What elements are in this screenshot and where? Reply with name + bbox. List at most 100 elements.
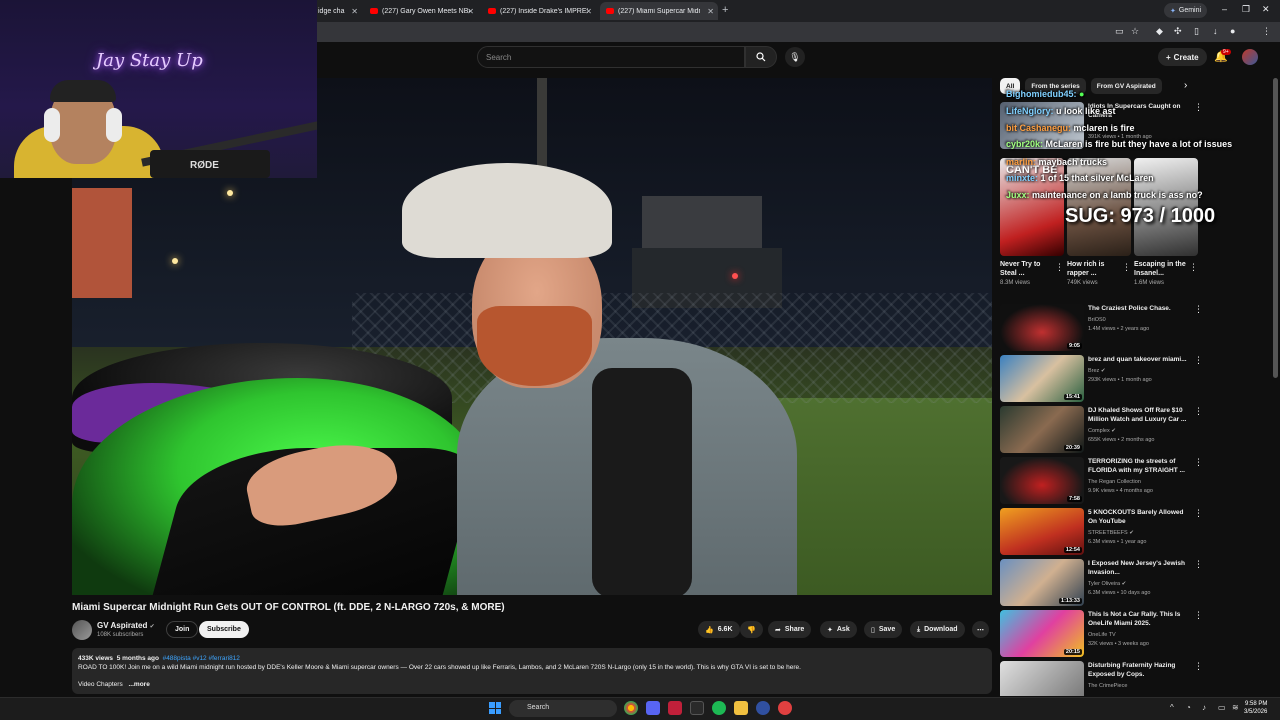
list-item[interactable]: Disturbing Fraternity Hazing Exposed by …: [1000, 661, 1205, 696]
more-vert-icon[interactable]: ⋮: [1194, 457, 1203, 468]
dislike-button[interactable]: 👎: [740, 621, 763, 638]
share-button[interactable]: ➦ Share: [768, 621, 812, 638]
create-button[interactable]: + Create: [1158, 48, 1207, 66]
thumbs-up-icon: 👍: [705, 626, 714, 634]
discord-icon[interactable]: [646, 701, 660, 715]
chat-message: minxte: 1 of 15 that silver McLaren: [1006, 173, 1154, 183]
video-title: Miami Supercar Midnight Run Gets OUT OF …: [72, 602, 505, 613]
hashtags[interactable]: #488pista #v12 #ferrari812: [163, 655, 240, 662]
app-icon[interactable]: [668, 701, 682, 715]
list-item[interactable]: 15:41 brez and quan takeover miami... Br…: [1000, 355, 1205, 403]
sidepanel-icon[interactable]: ▯: [1194, 26, 1199, 37]
save-button[interactable]: ▯ Save: [864, 621, 903, 638]
chat-message: Juxx: maintenance on a lamb truck is ass…: [1006, 190, 1203, 200]
show-more-link[interactable]: ...more: [129, 681, 150, 688]
tab-1[interactable]: idge cha ✕: [312, 2, 362, 20]
chip-from-channel[interactable]: From GV Aspirated: [1090, 78, 1162, 94]
more-vert-icon[interactable]: ⋮: [1122, 262, 1131, 273]
more-vert-icon[interactable]: ⋮: [1194, 508, 1203, 519]
search-icon: [756, 52, 766, 62]
taskbar-clock[interactable]: 9:58 PM 3/5/2026: [1244, 700, 1267, 716]
maximize-icon[interactable]: ❐: [1242, 4, 1250, 15]
duration-badge: 9:05: [1066, 343, 1082, 349]
close-icon[interactable]: ✕: [467, 7, 474, 16]
duration-badge: 1:13:33: [1059, 598, 1082, 604]
close-icon[interactable]: ✕: [707, 7, 714, 16]
chevron-right-icon[interactable]: ›: [1184, 80, 1187, 91]
tray-chevron-icon[interactable]: ^: [1170, 703, 1174, 712]
list-item[interactable]: 1:13:33 I Exposed New Jersey's Jewish In…: [1000, 559, 1205, 607]
video-thumbnail: 9:05: [1000, 304, 1084, 351]
video-thumbnail: 7:58: [1000, 457, 1084, 504]
rec-title: This Is Not a Car Rally. This Is OneLife…: [1088, 611, 1181, 627]
more-vert-icon[interactable]: ⋮: [1194, 610, 1203, 621]
rec-meta: 9.9K views • 4 months ago: [1088, 488, 1153, 494]
terminal-icon[interactable]: [690, 701, 704, 715]
download-icon[interactable]: ↓: [1213, 26, 1218, 36]
display-icon[interactable]: ▭: [1218, 703, 1226, 712]
more-actions-button[interactable]: ⋯: [972, 621, 989, 638]
duration-badge: 7:58: [1066, 496, 1082, 502]
close-window-icon[interactable]: ✕: [1262, 4, 1270, 15]
list-item[interactable]: 12:54 5 KNOCKOUTS Barely Allowed On YouT…: [1000, 508, 1205, 556]
more-vert-icon[interactable]: ⋮: [1189, 262, 1198, 273]
app-icon[interactable]: [778, 701, 792, 715]
notification-badge: 9+: [1221, 49, 1231, 55]
ask-button[interactable]: ✦ Ask: [820, 621, 857, 638]
bookmark-star-icon[interactable]: ☆: [1131, 26, 1139, 37]
puzzle-icon[interactable]: ✣: [1174, 26, 1182, 37]
list-item[interactable]: 7:58 TERRORIZING the streets of FLORIDA …: [1000, 457, 1205, 505]
scrollbar[interactable]: [1273, 78, 1278, 378]
rec-channel: The CrimePiece: [1088, 683, 1128, 689]
rec-meta: 1.4M views • 2 years ago: [1088, 326, 1150, 332]
minimize-icon[interactable]: –: [1222, 4, 1227, 14]
folder-icon[interactable]: [734, 701, 748, 715]
chrome-icon[interactable]: [624, 701, 638, 715]
more-vert-icon[interactable]: ⋮: [1194, 102, 1203, 113]
gemini-button[interactable]: ✦ Gemini: [1164, 3, 1208, 18]
volume-icon[interactable]: ♪: [1202, 703, 1206, 712]
headphones-icon: [44, 108, 60, 142]
channel-name[interactable]: GV Aspirated ✔: [97, 621, 155, 630]
list-item[interactable]: 9:05 The Craziest Police Chase. BriOS0 1…: [1000, 304, 1205, 352]
rec-title: DJ Khaled Shows Off Rare $10 Million Wat…: [1088, 407, 1187, 423]
search-input[interactable]: Search: [477, 46, 745, 68]
profile-icon[interactable]: ●: [1230, 26, 1235, 36]
taskbar-search-input[interactable]: Search: [509, 700, 617, 717]
more-vert-icon[interactable]: ⋮: [1055, 262, 1064, 273]
wifi-icon[interactable]: ≋: [1232, 703, 1239, 712]
menu-icon[interactable]: ⋮: [1262, 26, 1271, 37]
download-button[interactable]: ⤓ Download: [910, 621, 965, 638]
new-tab-icon[interactable]: +: [722, 4, 728, 16]
search-button[interactable]: [745, 46, 777, 68]
more-vert-icon[interactable]: ⋮: [1194, 661, 1203, 672]
video-scene-backpack: [592, 368, 692, 595]
subscribe-button[interactable]: Subscribe: [199, 621, 249, 638]
tab-2[interactable]: (227) Gary Owen Meets NBA Y ✕: [364, 2, 478, 20]
like-button[interactable]: 👍 6.6K: [698, 621, 740, 638]
channel-avatar[interactable]: [72, 620, 92, 640]
rec-title: TERRORIZING the streets of FLORIDA with …: [1088, 458, 1185, 474]
obs-icon[interactable]: [756, 701, 770, 715]
close-icon[interactable]: ✕: [585, 7, 592, 16]
extension-icon[interactable]: ◆: [1156, 26, 1163, 37]
video-scene-beard: [477, 306, 592, 386]
more-vert-icon[interactable]: ⋮: [1194, 559, 1203, 570]
tab-3[interactable]: (227) Inside Drake's IMPRESSIV ✕: [482, 2, 596, 20]
spotify-icon[interactable]: [712, 701, 726, 715]
join-button[interactable]: Join: [166, 621, 199, 638]
user-avatar[interactable]: [1242, 49, 1258, 65]
more-vert-icon[interactable]: ⋮: [1194, 355, 1203, 366]
tab-4-active[interactable]: (227) Miami Supercar Midn ✕: [600, 2, 718, 20]
more-vert-icon[interactable]: ⋮: [1194, 304, 1203, 315]
windows-start-icon[interactable]: [489, 702, 501, 714]
more-vert-icon[interactable]: ⋮: [1194, 406, 1203, 417]
network-icon[interactable]: ◔: [1186, 703, 1191, 712]
list-item[interactable]: 20:39 DJ Khaled Shows Off Rare $10 Milli…: [1000, 406, 1205, 454]
close-icon[interactable]: ✕: [351, 7, 358, 16]
voice-search-button[interactable]: 🎙: [785, 47, 805, 67]
list-item[interactable]: 20:15 This Is Not a Car Rally. This Is O…: [1000, 610, 1205, 658]
description-box[interactable]: 433K views 5 months ago #488pista #v12 #…: [72, 648, 992, 694]
cast-icon[interactable]: ▭: [1115, 26, 1124, 37]
youtube-icon: [370, 8, 378, 14]
